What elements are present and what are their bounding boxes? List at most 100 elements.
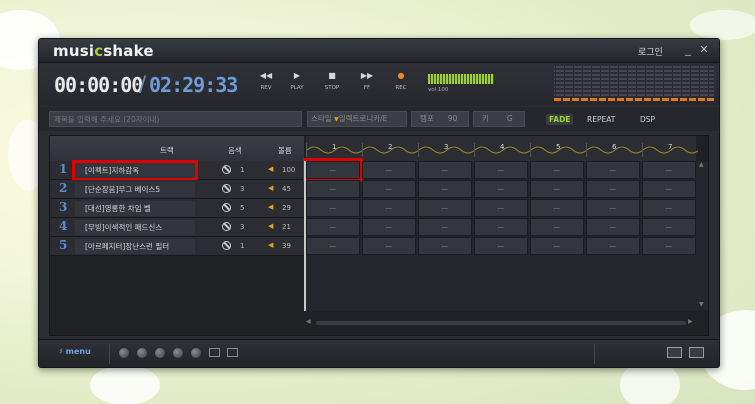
title-bar[interactable]: musicshake 로그인 _ ✕ <box>39 39 719 63</box>
effect-knob-icon[interactable] <box>191 348 201 358</box>
tempo-field[interactable]: 템포 90 <box>411 111 469 127</box>
track-name[interactable]: [이펙트]지하감옥 <box>72 160 198 181</box>
pattern-slot[interactable]: — <box>642 199 696 217</box>
horizontal-scrollbar[interactable]: ◀ ▶ <box>306 318 696 328</box>
pattern-slot[interactable]: — <box>418 180 472 198</box>
bar-marker[interactable]: 2 <box>362 143 418 157</box>
pattern-slot[interactable]: — <box>642 161 696 179</box>
dsp-toggle[interactable]: DSP <box>640 115 655 124</box>
track-name[interactable]: [아르페지터]장난스런 필터 <box>75 239 195 254</box>
pattern-slot[interactable]: — <box>303 158 363 182</box>
pattern-slot[interactable]: — <box>586 161 640 179</box>
pattern-slot[interactable]: — <box>642 218 696 236</box>
pattern-slot[interactable]: — <box>362 161 416 179</box>
pattern-slot[interactable]: — <box>642 237 696 255</box>
bar-marker[interactable]: 3 <box>418 143 474 157</box>
pattern-slot[interactable]: — <box>418 218 472 236</box>
song-title-input[interactable] <box>49 111 302 127</box>
mute-icon[interactable] <box>222 222 231 231</box>
pattern-slot[interactable]: — <box>418 161 472 179</box>
track-row[interactable]: 4 [무빙]이색적인 패드신스 3 ◀ 21 <box>50 218 304 237</box>
login-button[interactable]: 로그인 <box>638 45 663 58</box>
slot-placeholder: — <box>609 223 616 231</box>
pattern-slot[interactable]: — <box>474 218 528 236</box>
pattern-slot[interactable]: — <box>530 218 584 236</box>
bar-marker[interactable]: 6 <box>586 143 642 157</box>
pattern-slot[interactable]: — <box>306 180 360 198</box>
pattern-slot[interactable]: — <box>362 218 416 236</box>
pattern-slot[interactable]: — <box>362 199 416 217</box>
scroll-left-icon[interactable]: ◀ <box>306 318 311 325</box>
minimize-icon[interactable]: _ <box>681 43 695 57</box>
pattern-slot[interactable]: — <box>474 180 528 198</box>
track-row[interactable]: 2 [단순장음]무그 베이스5 3 ◀ 45 <box>50 180 304 199</box>
effect-knob-icon[interactable] <box>173 348 183 358</box>
play-button[interactable]: ▶ PLAY <box>280 70 314 100</box>
window-icon[interactable] <box>209 348 220 357</box>
pattern-slot[interactable]: — <box>306 237 360 255</box>
volume-slider[interactable] <box>428 74 494 84</box>
pattern-slot[interactable]: — <box>530 237 584 255</box>
pattern-slot[interactable]: — <box>530 161 584 179</box>
close-icon[interactable]: ✕ <box>697 43 711 57</box>
pattern-slot[interactable]: — <box>418 199 472 217</box>
pattern-slot[interactable]: — <box>474 237 528 255</box>
pattern-slot[interactable]: — <box>306 218 360 236</box>
key-field[interactable]: 키G <box>473 111 525 127</box>
scroll-track[interactable] <box>316 321 686 325</box>
track-name[interactable]: [단순장음]무그 베이스5 <box>75 182 195 197</box>
scroll-up-icon[interactable]: ▲ <box>699 161 704 168</box>
pattern-slot[interactable]: — <box>586 199 640 217</box>
mute-icon[interactable] <box>222 241 231 250</box>
menu-icon: ♯ <box>59 347 66 356</box>
pattern-slot[interactable]: — <box>362 237 416 255</box>
pattern-slot[interactable]: — <box>362 180 416 198</box>
pattern-slot[interactable]: — <box>474 199 528 217</box>
view-mode-icon[interactable] <box>667 347 682 358</box>
pattern-slot[interactable]: — <box>474 161 528 179</box>
track-row[interactable]: 3 [대선]영롱한 차임 벨 5 ◀ 29 <box>50 199 304 218</box>
view-split-icon[interactable] <box>689 347 704 358</box>
vertical-scrollbar[interactable]: ▲ ▼ <box>696 161 708 311</box>
ff-button[interactable]: ▶▶ FF <box>350 70 384 100</box>
rec-button[interactable]: ● REC <box>384 70 418 100</box>
slot-placeholder: — <box>665 204 672 212</box>
slot-placeholder: — <box>497 166 504 174</box>
stop-button[interactable]: ■ STOP <box>315 70 349 100</box>
bar-marker[interactable]: 7 <box>642 143 698 157</box>
rev-button[interactable]: ◀◀ REV <box>249 70 283 100</box>
mute-icon[interactable] <box>222 184 231 193</box>
slot-placeholder: — <box>329 223 336 231</box>
bar-marker[interactable]: 1 <box>306 143 362 157</box>
mute-icon[interactable] <box>222 165 231 174</box>
pattern-slot[interactable]: — <box>418 237 472 255</box>
effect-knob-icon[interactable] <box>155 348 165 358</box>
pattern-slot[interactable]: — <box>586 237 640 255</box>
grid-icon[interactable] <box>227 348 238 357</box>
app-logo: musicshake <box>53 42 154 60</box>
mute-icon[interactable] <box>222 203 231 212</box>
track-row[interactable]: 5 [아르페지터]장난스런 필터 1 ◀ 39 <box>50 237 304 256</box>
track-name[interactable]: [무빙]이색적인 패드신스 <box>75 220 195 235</box>
pattern-slot[interactable]: — <box>530 180 584 198</box>
track-name[interactable]: [대선]영롱한 차임 벨 <box>75 201 195 216</box>
pattern-slot[interactable]: — <box>586 218 640 236</box>
repeat-toggle[interactable]: REPEAT <box>587 115 615 124</box>
playhead[interactable] <box>304 161 306 311</box>
scroll-down-icon[interactable]: ▼ <box>699 301 704 308</box>
menu-button[interactable]: ♯ menu <box>59 347 91 356</box>
pattern-slot[interactable]: — <box>586 180 640 198</box>
slot-placeholder: — <box>441 242 448 250</box>
style-select[interactable]: 스타일 ▼일렉트로니카/E <box>307 111 407 127</box>
fade-toggle[interactable]: FADE <box>546 114 574 125</box>
bar-marker[interactable]: 4 <box>474 143 530 157</box>
time-separator: / <box>139 72 147 96</box>
effect-knob-icon[interactable] <box>119 348 129 358</box>
bar-marker[interactable]: 5 <box>530 143 586 157</box>
effect-knob-icon[interactable] <box>137 348 147 358</box>
pattern-slot[interactable]: — <box>642 180 696 198</box>
pattern-slot[interactable]: — <box>306 199 360 217</box>
pattern-slot[interactable]: — <box>530 199 584 217</box>
track-row[interactable]: 1 [이펙트]지하감옥 1 ◀ 100 <box>50 160 304 181</box>
scroll-right-icon[interactable]: ▶ <box>688 318 693 325</box>
